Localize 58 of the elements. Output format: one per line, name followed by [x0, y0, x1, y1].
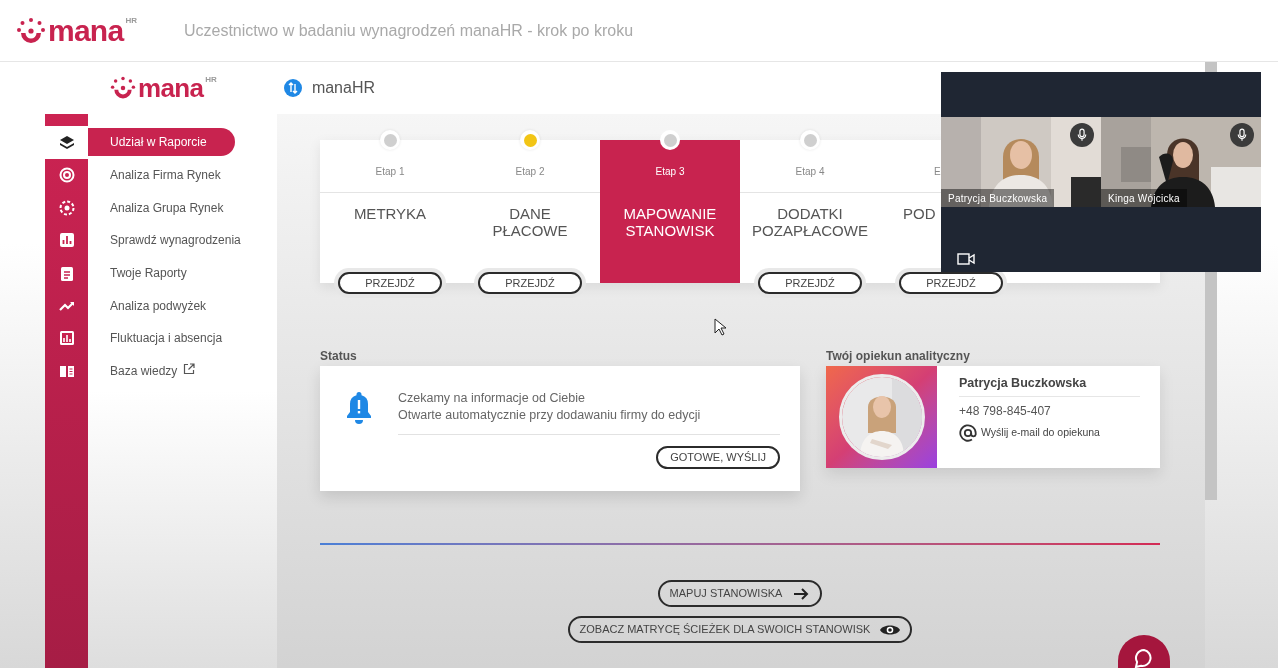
section-heading: Status — [320, 348, 358, 365]
bell-icon — [344, 390, 374, 424]
logo-text: mana — [48, 15, 124, 46]
nav-icon-cell[interactable] — [45, 126, 88, 159]
nav-item[interactable]: Twoje Raporty — [88, 259, 187, 288]
swap-icon[interactable] — [283, 79, 302, 97]
section-heading: Twój opiekun analityczny — [826, 348, 971, 365]
nav-item[interactable]: Analiza podwyżek — [88, 291, 207, 320]
nav-item[interactable]: Sprawdź wynagrodzenia — [88, 226, 241, 255]
nav-item[interactable]: Fluktuacja i absencja — [88, 324, 223, 353]
participant-name: Patrycja Buczkowska — [941, 189, 1055, 207]
bar-chart-icon — [58, 232, 75, 249]
logo-text: mana — [138, 75, 204, 101]
step-tab[interactable]: E POD — [880, 140, 941, 272]
nav-item[interactable]: Analiza Firma Rynek — [88, 161, 221, 190]
page-title: Uczestnictwo w badaniu wynagrodzeń manaHR - krok po kroku — [183, 20, 634, 41]
logo-icon — [16, 15, 46, 46]
status-text: Czekamy na informacje od Ciebie — [398, 390, 586, 407]
cursor-icon — [714, 318, 726, 336]
step-tab[interactable]: Etap 1 METRYKA — [320, 140, 460, 272]
logo-icon — [110, 75, 136, 101]
email-link[interactable]: Wyślij e-mail do opiekuna — [981, 425, 1100, 441]
submit-button[interactable]: GOTOWE, WYŚLIJ — [656, 446, 780, 469]
book-icon — [58, 363, 75, 380]
advisor-name: Patrycja Buczkowska — [959, 375, 1088, 391]
step-title: POD — [903, 205, 936, 222]
step-title: DODATKI POZAPŁACOWE — [752, 205, 868, 239]
at-sign-icon — [959, 424, 977, 442]
participant-name: Kinga Wójcicka — [1101, 189, 1187, 207]
microphone-icon — [1237, 128, 1247, 142]
nav-item[interactable]: Analiza Grupa Rynek — [88, 193, 224, 222]
dashed-circle-icon — [58, 199, 75, 216]
step-label: E — [934, 165, 941, 179]
layers-icon — [58, 134, 75, 151]
step-label: Etap 3 — [655, 165, 685, 179]
step-tab[interactable]: Etap 4 DODATKI POZAPŁACOWE — [740, 140, 880, 272]
action-button[interactable]: ZOBACZ MATRYCĘ ŚCIEŻEK DLA SWOICH STANOWISK — [567, 616, 913, 643]
nav-item[interactable]: Baza wiedzy — [88, 357, 178, 386]
video-camera-icon[interactable] — [957, 252, 975, 266]
step-title: DANE PŁACOWE — [492, 205, 568, 239]
step-label: Etap 2 — [515, 165, 545, 179]
step-label: Etap 4 — [795, 165, 825, 179]
microphone-icon — [1077, 128, 1087, 142]
chart-icon — [58, 330, 75, 347]
logo-suffix: HR — [125, 16, 137, 25]
workspace-name[interactable]: manaHR — [311, 76, 376, 100]
step-label: Etap 1 — [375, 165, 405, 179]
step-title: MAPOWANIE STANOWISK — [623, 205, 717, 239]
phone-number: +48 798-845-407 — [959, 403, 1052, 420]
step-title: METRYKA — [353, 205, 427, 222]
status-text: Otwarte automatycznie przy dodawaniu firmy do edycji — [398, 407, 702, 424]
nav-item[interactable]: Udział w Raporcie — [88, 128, 235, 157]
step-tab[interactable]: Etap 3 MAPOWANIE STANOWISK — [600, 140, 740, 283]
logo-suffix: HR — [205, 76, 217, 84]
action-button[interactable]: MAPUJ STANOWISKA — [657, 580, 823, 607]
clipboard-icon — [58, 265, 75, 282]
target-icon — [58, 167, 75, 184]
step-tab[interactable]: Etap 2 DANE PŁACOWE — [460, 140, 600, 272]
